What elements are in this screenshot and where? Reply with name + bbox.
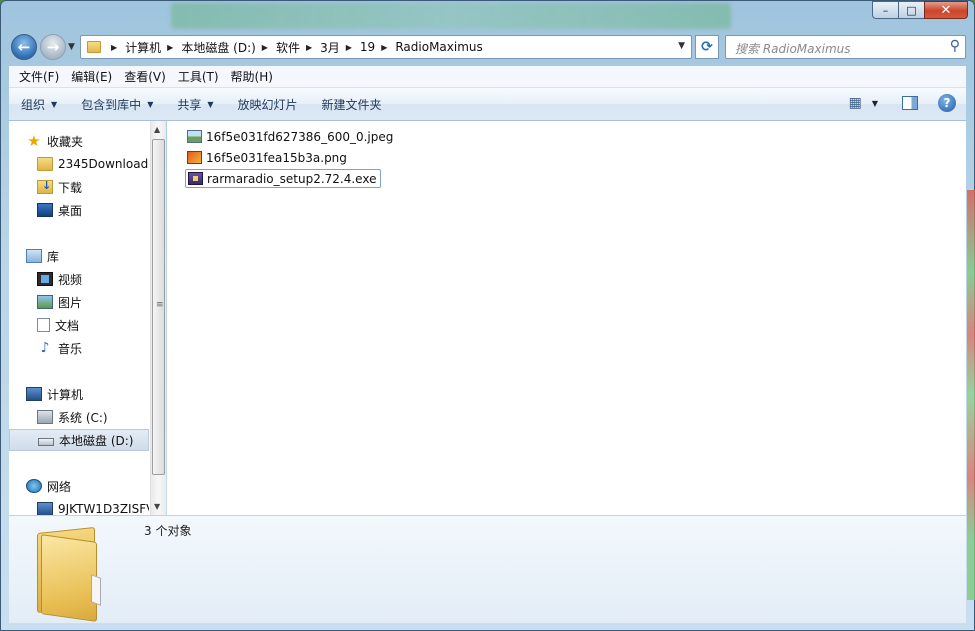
chevron-right-icon[interactable]: ▶: [167, 43, 173, 52]
file-list[interactable]: 16f5e031fd627386_600_0.jpeg 16f5e031fea1…: [167, 121, 966, 515]
address-dropdown-icon[interactable]: ▼: [678, 41, 685, 51]
star-icon: ★: [27, 132, 41, 150]
search-placeholder: 搜索 RadioMaximus: [735, 42, 851, 56]
document-icon: [37, 318, 50, 332]
view-dropdown-icon[interactable]: ▼: [872, 99, 878, 108]
preview-pane-icon[interactable]: [902, 96, 918, 110]
library-icon: [26, 249, 42, 263]
chevron-right-icon[interactable]: ▶: [262, 43, 268, 52]
png-icon: [187, 151, 202, 164]
minimize-button[interactable]: –: [872, 1, 898, 19]
sidebar-item-documents[interactable]: 文档: [9, 314, 149, 336]
hard-drive-icon: [38, 437, 54, 446]
explorer-window: – □ ✕ ← → ▼ ▶ 计算机 ▶ 本地磁盘 (D:) ▶ 软件 ▶ 3月 …: [0, 0, 975, 631]
pictures-icon: [37, 295, 53, 309]
breadcrumb-march[interactable]: 3月: [320, 39, 340, 56]
exe-icon: [188, 172, 203, 185]
breadcrumb-computer[interactable]: 计算机: [125, 39, 161, 56]
menu-edit[interactable]: 编辑(E): [65, 68, 118, 85]
chevron-right-icon[interactable]: ▶: [306, 43, 312, 52]
sidebar-item-drive-c[interactable]: 系统 (C:): [9, 406, 149, 428]
desktop-icon: [37, 203, 53, 217]
search-icon[interactable]: ⚲: [950, 38, 960, 54]
sidebar-item-network[interactable]: 网络: [9, 475, 149, 497]
menu-help[interactable]: 帮助(H): [225, 68, 279, 85]
view-controls: ▦ ▼ ?: [849, 94, 956, 112]
menu-file[interactable]: 文件(F): [13, 68, 65, 85]
breadcrumb-radiomaximus[interactable]: RadioMaximus: [395, 40, 482, 54]
desktop-background-strip: [967, 190, 975, 600]
help-button[interactable]: ?: [938, 94, 956, 112]
grip-icon: ≡: [156, 300, 164, 310]
computer-icon: [26, 387, 42, 401]
breadcrumb-drive-d[interactable]: 本地磁盘 (D:): [181, 39, 255, 56]
network-icon: [26, 479, 42, 493]
system-drive-icon: [37, 410, 53, 424]
command-bar: 组织 ▼ 包含到库中 ▼ 共享 ▼ 放映幻灯片 新建文件夹 ▦ ▼ ?: [9, 88, 966, 121]
address-bar[interactable]: ▶ 计算机 ▶ 本地磁盘 (D:) ▶ 软件 ▶ 3月 ▶ 19 ▶ Radio…: [80, 35, 692, 59]
folder-icon: [87, 41, 101, 53]
slideshow-button[interactable]: 放映幻灯片: [226, 96, 310, 113]
back-button[interactable]: ←: [11, 34, 37, 60]
sidebar-item-libraries[interactable]: 库: [9, 245, 149, 267]
menu-view[interactable]: 查看(V): [118, 68, 172, 85]
scroll-down-icon[interactable]: ▼: [154, 502, 160, 511]
menu-bar: 文件(F) 编辑(E) 查看(V) 工具(T) 帮助(H): [9, 66, 966, 88]
navigation-scrollbar[interactable]: ▲ ≡ ▼: [150, 121, 166, 515]
item-count: 3 个对象: [144, 524, 192, 538]
network-computer-icon: [37, 502, 53, 515]
video-icon: [37, 272, 53, 286]
navigation-pane: ★收藏夹 2345Downloads 下载 桌面 库 视频 图片 文档 ♪音乐 …: [9, 121, 166, 515]
sidebar-item-network-pc[interactable]: 9JKTW1D3ZISFV: [9, 498, 149, 515]
maximize-button[interactable]: □: [898, 1, 924, 19]
scrollbar-thumb[interactable]: ≡: [152, 139, 165, 475]
chevron-right-icon[interactable]: ▶: [381, 43, 387, 52]
chevron-right-icon[interactable]: ▶: [346, 43, 352, 52]
include-in-library-button[interactable]: 包含到库中 ▼: [69, 96, 165, 113]
title-bar-glow: [171, 3, 731, 29]
music-icon: ♪: [40, 340, 50, 356]
chevron-right-icon[interactable]: ▶: [111, 43, 117, 52]
recent-pages-dropdown[interactable]: ▼: [68, 42, 75, 52]
sidebar-item-2345downloads[interactable]: 2345Downloads: [9, 153, 149, 175]
downloads-icon: [37, 179, 53, 194]
navigation-row: ← → ▼ ▶ 计算机 ▶ 本地磁盘 (D:) ▶ 软件 ▶ 3月 ▶ 19 ▶…: [1, 31, 974, 63]
sidebar-item-favorites[interactable]: ★ 收藏夹: [9, 130, 149, 152]
refresh-button[interactable]: ⟳: [695, 35, 719, 59]
chevron-down-icon: ▼: [207, 99, 214, 109]
folder-icon: [37, 524, 101, 622]
search-input[interactable]: 搜索 RadioMaximus ⚲: [725, 35, 966, 59]
file-item-jpeg[interactable]: 16f5e031fd627386_600_0.jpeg: [185, 127, 397, 146]
breadcrumb-software[interactable]: 软件: [276, 39, 300, 56]
share-button[interactable]: 共享 ▼: [165, 96, 225, 113]
new-folder-button[interactable]: 新建文件夹: [310, 96, 394, 113]
caption-buttons: – □ ✕: [872, 1, 968, 19]
chevron-down-icon: ▼: [147, 99, 154, 109]
sidebar-item-videos[interactable]: 视频: [9, 268, 149, 290]
file-item-exe[interactable]: rarmaradio_setup2.72.4.exe: [185, 169, 382, 188]
scroll-up-icon[interactable]: ▲: [154, 125, 160, 134]
chevron-down-icon: ▼: [51, 99, 58, 109]
sidebar-item-pictures[interactable]: 图片: [9, 291, 149, 313]
organize-button[interactable]: 组织 ▼: [9, 96, 69, 113]
sidebar-item-drive-d[interactable]: 本地磁盘 (D:): [9, 429, 149, 451]
file-item-png[interactable]: 16f5e031fea15b3a.png: [185, 148, 351, 167]
sidebar-item-computer[interactable]: 计算机: [9, 383, 149, 405]
forward-button[interactable]: →: [40, 34, 66, 60]
sidebar-item-desktop[interactable]: 桌面: [9, 199, 149, 221]
jpeg-icon: [187, 130, 202, 143]
menu-tools[interactable]: 工具(T): [172, 68, 225, 85]
sidebar-item-music[interactable]: ♪ 音乐: [9, 337, 149, 359]
sidebar-item-downloads[interactable]: 下载: [9, 176, 149, 198]
close-button[interactable]: ✕: [924, 1, 968, 19]
folder-icon: [37, 157, 53, 171]
title-bar[interactable]: – □ ✕: [1, 1, 974, 31]
details-pane: 3 个对象: [9, 515, 966, 623]
change-view-icon[interactable]: ▦: [849, 95, 862, 111]
breadcrumb-19[interactable]: 19: [360, 40, 375, 54]
